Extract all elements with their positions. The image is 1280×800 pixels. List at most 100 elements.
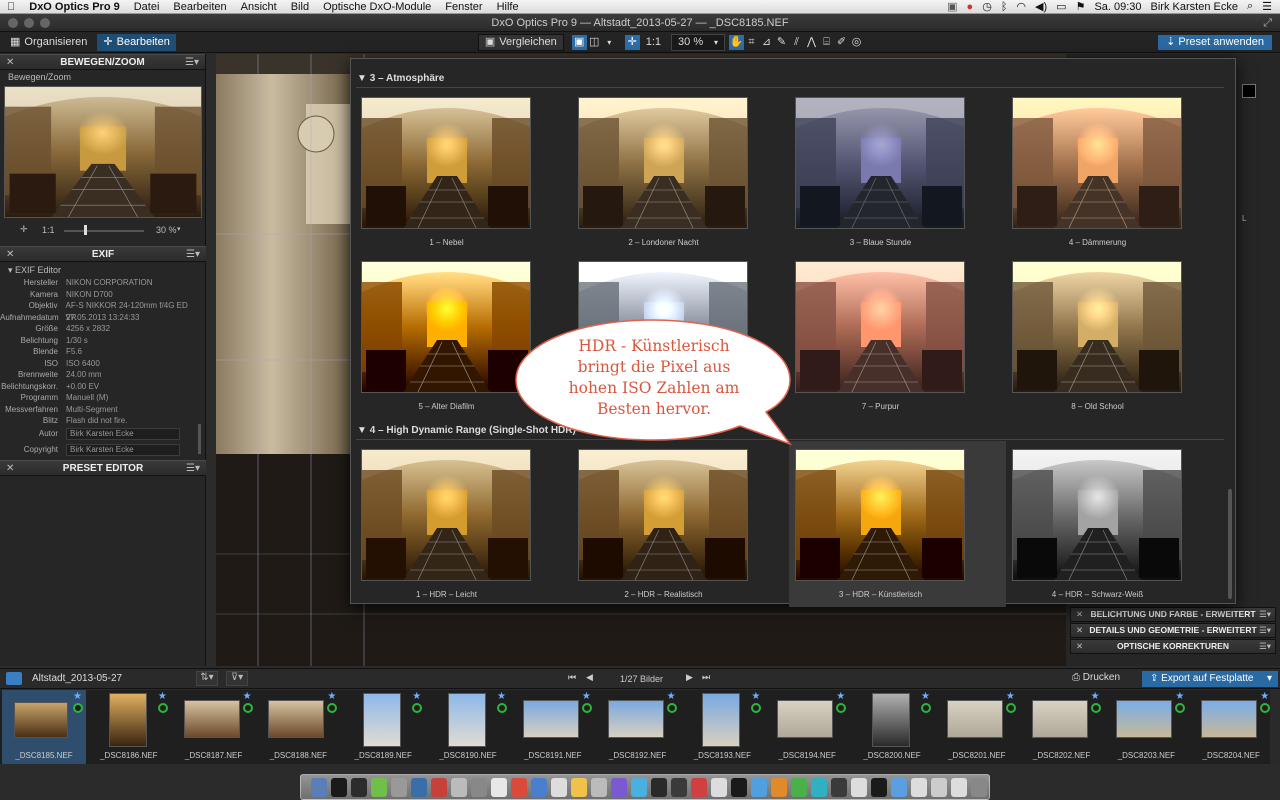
zoom-panel-header[interactable]: ✕ BEWEGEN/ZOOM ☰▾ [0, 54, 205, 70]
close-window-button[interactable] [8, 18, 18, 28]
filmstrip-item[interactable]: _DSC8185.NEF ★ [2, 690, 86, 764]
filmstrip-item[interactable]: _DSC8187.NEF ★ [172, 690, 256, 764]
spotlight-icon[interactable]: ⌕ [1247, 0, 1253, 13]
last-image-icon[interactable]: ⏭ [702, 672, 710, 683]
preset-section-title[interactable]: ▼ 3 – Atmosphäre [357, 73, 444, 84]
star-icon[interactable]: ★ [582, 691, 591, 702]
dock-app-icon[interactable] [451, 778, 467, 797]
tab-organize[interactable]: ▦ Organisieren [4, 34, 93, 51]
preset-thumbnail[interactable] [361, 261, 531, 393]
preset-label[interactable]: 4 – HDR – Schwarz-Weiß [989, 590, 1206, 599]
menu-bearbeiten[interactable]: Bearbeiten [166, 0, 233, 14]
star-icon[interactable]: ★ [921, 691, 930, 702]
preset-editor-header[interactable]: ✕ PRESET EDITOR ☰▾ [0, 460, 206, 476]
star-icon[interactable]: ★ [327, 691, 336, 702]
folder-icon[interactable] [6, 672, 22, 685]
prev-image-icon[interactable]: ◀ [586, 672, 593, 683]
disclosure-icon[interactable]: ▾ [8, 265, 15, 275]
dock-app-icon[interactable] [711, 778, 727, 797]
filter-button[interactable]: ⊽▾ [226, 671, 248, 686]
dock-app-icon[interactable] [691, 778, 707, 797]
move-icon[interactable]: ✛ [20, 224, 28, 235]
disclosure-icon[interactable]: ▼ [357, 73, 370, 84]
volume-icon[interactable]: ◀) [1035, 0, 1047, 13]
menu-bild[interactable]: Bild [284, 0, 316, 14]
preset-label[interactable]: 2 – HDR – Realistisch [555, 590, 772, 599]
close-icon[interactable]: ✕ [1076, 624, 1083, 637]
move-icon[interactable]: ✛ [624, 34, 640, 50]
dock-app-icon[interactable] [951, 778, 967, 797]
tab-edit[interactable]: ✛ Bearbeiten [97, 33, 176, 51]
filmstrip-item[interactable]: _DSC8189.NEF ★ [341, 690, 425, 764]
dock-app-icon[interactable] [491, 778, 507, 797]
filmstrip-item[interactable]: _DSC8191.NEF ★ [511, 690, 595, 764]
dock-app-icon[interactable] [851, 778, 867, 797]
star-icon[interactable]: ★ [1260, 691, 1269, 702]
filmstrip-item[interactable]: _DSC8203.NEF ★ [1104, 690, 1188, 764]
filmstrip-item[interactable]: _DSC8188.NEF ★ [256, 690, 340, 764]
dock-app-icon[interactable] [371, 778, 387, 797]
crop-icon[interactable]: ⌗ [744, 35, 759, 50]
preset-label[interactable]: 2 – Londoner Nacht [555, 238, 772, 247]
star-icon[interactable]: ★ [1091, 691, 1100, 702]
preset-thumbnail[interactable] [1012, 261, 1182, 393]
clock[interactable]: Sa. 09:30 [1094, 1, 1141, 13]
filmstrip-item[interactable]: _DSC8200.NEF ★ [850, 690, 934, 764]
filmstrip-item[interactable]: _DSC8193.NEF ★ [680, 690, 764, 764]
color-swatch[interactable] [1242, 84, 1256, 98]
fullscreen-icon[interactable]: ⤢ [1263, 14, 1272, 32]
filmstrip-item[interactable]: _DSC8202.NEF ★ [1020, 690, 1104, 764]
flag-icon[interactable]: ⚑ [1076, 0, 1086, 13]
popup-scrollbar[interactable] [1228, 489, 1232, 599]
dock-app-icon[interactable] [311, 778, 327, 797]
panel-menu-icon[interactable]: ☰▾ [186, 461, 200, 476]
filmstrip-item[interactable]: _DSC8192.NEF ★ [596, 690, 680, 764]
dock-app-icon[interactable] [511, 778, 527, 797]
menu-datei[interactable]: Datei [127, 0, 167, 14]
close-icon[interactable]: ✕ [6, 461, 14, 476]
menu-fenster[interactable]: Fenster [438, 0, 489, 14]
grid-tool-icon[interactable]: ⌸ [819, 35, 834, 50]
dock-app-icon[interactable] [591, 778, 607, 797]
preset-thumbnail[interactable] [795, 97, 965, 229]
navigator-preview[interactable] [4, 86, 202, 218]
close-icon[interactable]: ✕ [6, 247, 14, 262]
apply-preset-button[interactable]: ⇣ Preset anwenden [1158, 34, 1272, 50]
notification-icon[interactable]: ☰ [1262, 0, 1272, 13]
horizon-icon[interactable]: ⊿ [759, 35, 774, 50]
preset-thumbnail[interactable] [795, 449, 965, 581]
star-icon[interactable]: ★ [751, 691, 760, 702]
chevron-down-icon[interactable]: ▾ [177, 225, 181, 233]
dock-app-icon[interactable] [431, 778, 447, 797]
time-machine-icon[interactable]: ◷ [982, 0, 992, 13]
scrollbar[interactable] [198, 424, 201, 454]
star-icon[interactable]: ★ [1006, 691, 1015, 702]
close-icon[interactable]: ✕ [6, 55, 14, 70]
zoom-window-button[interactable] [40, 18, 50, 28]
preset-thumbnail[interactable] [578, 449, 748, 581]
apple-icon[interactable]:  [0, 0, 22, 14]
dock-app-icon[interactable] [751, 778, 767, 797]
dock-app-icon[interactable] [731, 778, 747, 797]
panel-menu-icon[interactable]: ☰▾ [1259, 624, 1271, 637]
details-geometry-advanced-panel[interactable]: ✕ DETAILS UND GEOMETRIE - ERWEITERT ☰▾ [1070, 623, 1276, 638]
dock-app-icon[interactable] [811, 778, 827, 797]
star-icon[interactable]: ★ [412, 691, 421, 702]
dock-app-icon[interactable] [831, 778, 847, 797]
dock-app-icon[interactable] [411, 778, 427, 797]
preset-thumbnail[interactable] [1012, 449, 1182, 581]
menu-optische-module[interactable]: Optische DxO-Module [316, 0, 438, 14]
star-icon[interactable]: ★ [836, 691, 845, 702]
preset-label[interactable]: 1 – Nebel [338, 238, 555, 247]
dock-app-icon[interactable] [351, 778, 367, 797]
star-icon[interactable]: ★ [497, 691, 506, 702]
preset-label[interactable]: 4 – Dämmerung [989, 238, 1206, 247]
dock-app-icon[interactable] [551, 778, 567, 797]
exposure-color-advanced-panel[interactable]: ✕ BELICHTUNG UND FARBE - ERWEITERT ☰▾ [1070, 607, 1276, 622]
dock-app-icon[interactable] [931, 778, 947, 797]
dock-app-icon[interactable] [791, 778, 807, 797]
star-icon[interactable]: ★ [243, 691, 252, 702]
panel-menu-icon[interactable]: ☰▾ [185, 55, 199, 70]
dock-app-icon[interactable] [531, 778, 547, 797]
filmstrip-item[interactable]: _DSC8186.NEF ★ [87, 690, 171, 764]
